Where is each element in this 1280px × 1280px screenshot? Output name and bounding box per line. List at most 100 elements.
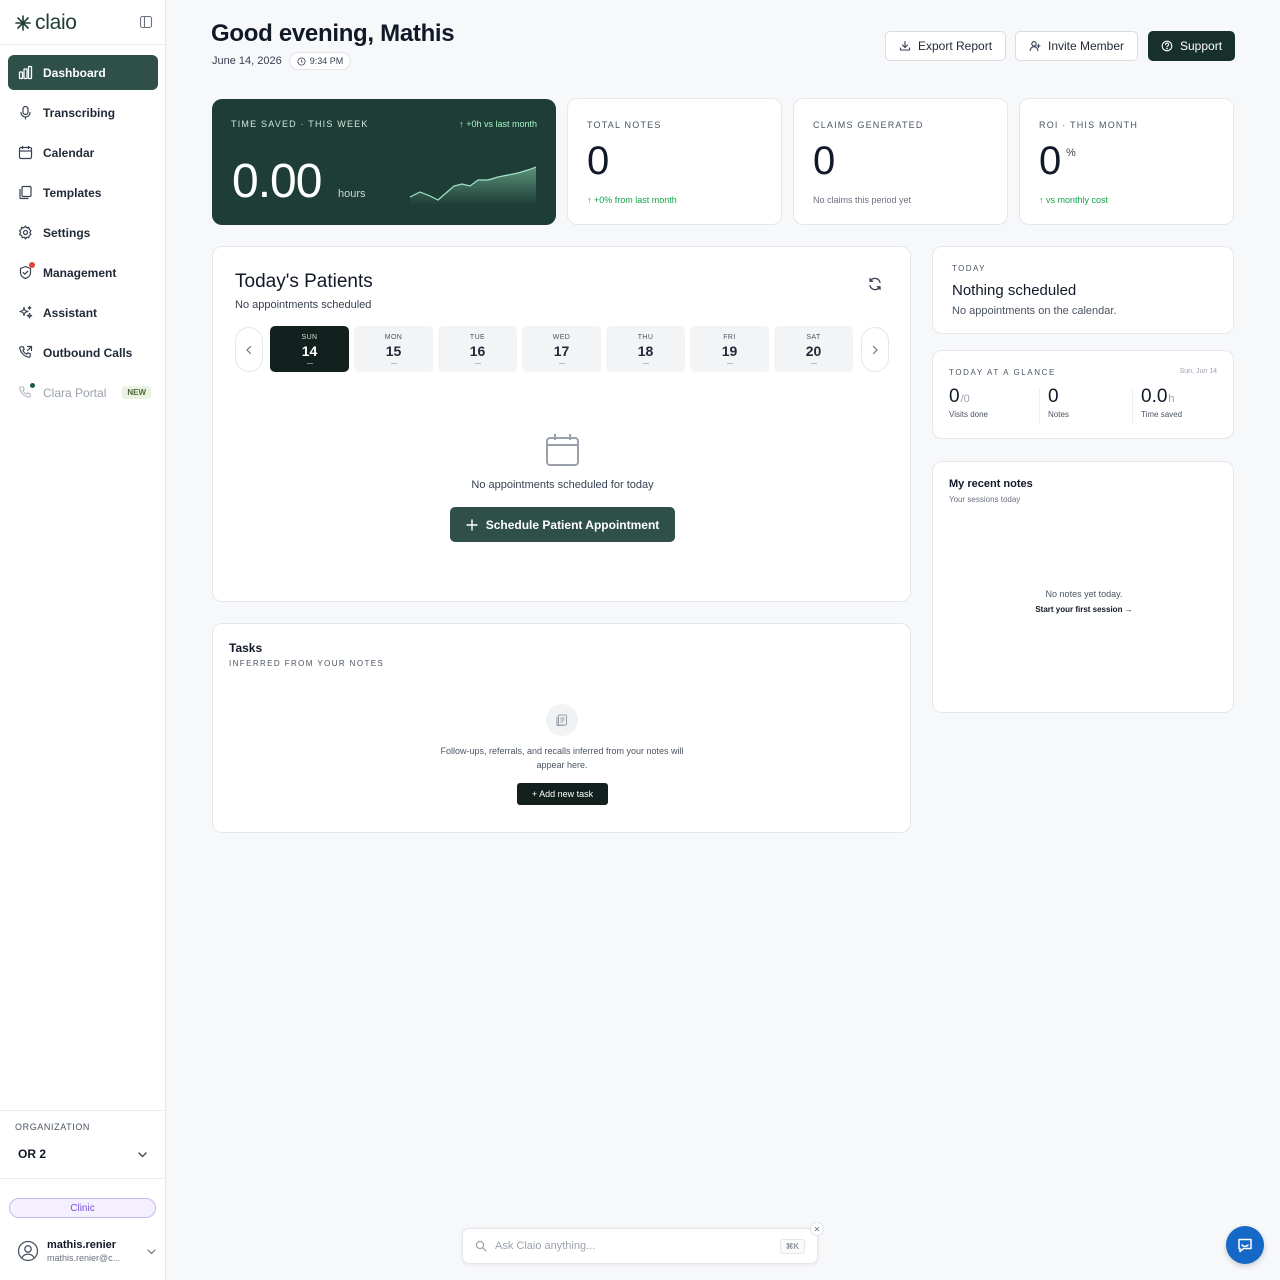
- chat-support-button[interactable]: [1226, 1226, 1264, 1264]
- next-day-button[interactable]: [861, 327, 889, 372]
- new-badge: NEW: [122, 386, 152, 399]
- day-of-week: MON: [384, 334, 403, 341]
- invite-member-label: Invite Member: [1048, 39, 1125, 53]
- day-mon[interactable]: MON 15: [354, 326, 433, 372]
- asterisk-logo-icon: [15, 15, 31, 31]
- brand-name: claio: [35, 11, 77, 34]
- sidebar-item-clara-portal[interactable]: Clara Portal NEW: [8, 375, 158, 410]
- todays-patients-card: Today's Patients No appointments schedul…: [212, 246, 911, 602]
- time-saved-card: TIME SAVED · THIS WEEK ↑ +0h vs last mon…: [212, 99, 556, 225]
- user-menu[interactable]: mathis.renier mathis.renier@c...: [17, 1236, 157, 1266]
- day-number: 15: [385, 343, 402, 359]
- support-button[interactable]: Support: [1148, 31, 1236, 61]
- export-report-button[interactable]: Export Report: [885, 31, 1007, 61]
- no-appointments-message: No appointments scheduled for today: [471, 479, 654, 491]
- divider: [0, 44, 165, 45]
- total-notes-foot: ↑ +0% from last month: [587, 195, 677, 205]
- tasks-description: Follow-ups, referrals, and recalls infer…: [440, 746, 684, 770]
- sidebar-item-settings[interactable]: Settings: [8, 215, 158, 250]
- organization-value: OR 2: [18, 1147, 47, 1161]
- schedule-appointment-button[interactable]: Schedule Patient Appointment: [450, 507, 675, 542]
- plus-icon: [466, 518, 478, 531]
- sidebar-item-management[interactable]: Management: [8, 255, 158, 290]
- ask-claio-input[interactable]: Ask Claio anything...: [495, 1240, 772, 1252]
- today-subtitle: No appointments on the calendar.: [952, 305, 1117, 317]
- day-dash: [642, 363, 649, 364]
- day-fri[interactable]: FRI 19: [690, 326, 769, 372]
- add-task-button[interactable]: + Add new task: [517, 783, 608, 805]
- user-avatar-icon: [17, 1240, 39, 1262]
- claims-foot: No claims this period yet: [813, 195, 912, 205]
- refresh-icon[interactable]: [867, 276, 883, 292]
- schedule-appointment-label: Schedule Patient Appointment: [485, 517, 660, 532]
- day-of-week: SUN: [301, 334, 318, 341]
- sidebar-item-calendar[interactable]: Calendar: [8, 135, 158, 170]
- close-ask-bar-button[interactable]: ✕: [810, 1222, 824, 1236]
- time-saved-unit: hours: [338, 188, 366, 200]
- chat-bubble-icon: [1238, 1238, 1252, 1253]
- chevron-left-icon: [246, 345, 252, 354]
- day-sat[interactable]: SAT 20: [774, 326, 853, 372]
- day-dash: [306, 363, 313, 364]
- invite-member-button[interactable]: Invite Member: [1015, 31, 1139, 61]
- roi-card: ROI · THIS MONTH 0 % ↑ vs monthly cost: [1019, 98, 1234, 225]
- notes-metric: 0 Notes: [1048, 386, 1069, 419]
- roi-value: 0: [1039, 139, 1062, 183]
- day-dash: [474, 363, 481, 364]
- notification-dot: [29, 261, 35, 268]
- day-thu[interactable]: THU 18: [606, 326, 685, 372]
- date-row: June 14, 2026 9:34 PM: [212, 52, 352, 70]
- plan-badge: Clinic: [9, 1198, 156, 1218]
- sidebar-item-label: Transcribing: [43, 105, 116, 120]
- day-dash: [726, 363, 733, 364]
- tasks-title: Tasks: [229, 641, 263, 655]
- sidebar-item-transcribing[interactable]: Transcribing: [8, 95, 158, 130]
- visits-total: /0: [960, 393, 970, 405]
- day-tue[interactable]: TUE 16: [438, 326, 517, 372]
- sidebar-item-outbound-calls[interactable]: Outbound Calls: [8, 335, 158, 370]
- sidebar-item-label: Dashboard: [43, 65, 106, 80]
- recent-notes-card: My recent notes Your sessions today No n…: [932, 461, 1234, 713]
- day-number: 20: [805, 343, 822, 359]
- sidebar-item-assistant[interactable]: Assistant: [8, 295, 158, 330]
- sidebar-item-dashboard[interactable]: Dashboard: [8, 55, 158, 90]
- day-dash: [390, 363, 397, 364]
- total-notes-label: TOTAL NOTES: [587, 120, 662, 130]
- time-saved-delta: ↑ +0h vs last month: [459, 119, 537, 129]
- brand-logo[interactable]: claio: [14, 10, 77, 36]
- sidebar-item-templates[interactable]: Templates: [8, 175, 158, 210]
- gear-icon: [17, 225, 33, 241]
- calendar-icon: [17, 145, 33, 161]
- glance-label: TODAY AT A GLANCE: [949, 368, 1056, 377]
- chevron-right-icon: [872, 345, 878, 354]
- today-at-a-glance-card: TODAY AT A GLANCE Sun, Jun 14 0/0 Visits…: [932, 350, 1234, 439]
- sidebar: claio Dashboard Transcribing Calendar Te…: [0, 0, 166, 1280]
- sidebar-item-label: Outbound Calls: [43, 345, 133, 360]
- start-session-link[interactable]: Start your first session →: [933, 605, 1235, 614]
- day-of-week: TUE: [469, 334, 486, 341]
- day-number: 19: [721, 343, 738, 359]
- time-saved-delta-text: +0h vs last month: [466, 119, 537, 129]
- visits-label: Visits done: [949, 410, 988, 419]
- empty-calendar-icon: [546, 434, 579, 466]
- day-sun[interactable]: SUN 14: [270, 326, 349, 372]
- sparkline-chart: [409, 166, 537, 205]
- recent-notes-empty: No notes yet today.: [1045, 589, 1123, 599]
- organization-select[interactable]: OR 2: [10, 1142, 156, 1166]
- day-of-week: THU: [637, 334, 654, 341]
- day-number: 16: [469, 343, 486, 359]
- current-time: 9:34 PM: [309, 56, 344, 66]
- today-card: TODAY Nothing scheduled No appointments …: [932, 246, 1234, 334]
- support-label: Support: [1180, 39, 1223, 53]
- day-selector: SUN 14 MON 15 TUE 16 WED 17 THU 18 FRI 19 SAT 2…: [270, 326, 853, 372]
- day-wed[interactable]: WED 17: [522, 326, 601, 372]
- ask-claio-bar[interactable]: Ask Claio anything... ⌘K: [462, 1228, 818, 1264]
- sidebar-collapse-icon[interactable]: [139, 15, 153, 29]
- divider: [1132, 388, 1133, 424]
- previous-day-button[interactable]: [235, 327, 263, 372]
- time-saved-metric-unit: h: [1168, 393, 1175, 405]
- today-label: TODAY: [952, 264, 986, 273]
- time-chip: 9:34 PM: [288, 52, 352, 70]
- keyboard-shortcut: ⌘K: [779, 1238, 805, 1254]
- sidebar-nav: Dashboard Transcribing Calendar Template…: [8, 55, 158, 415]
